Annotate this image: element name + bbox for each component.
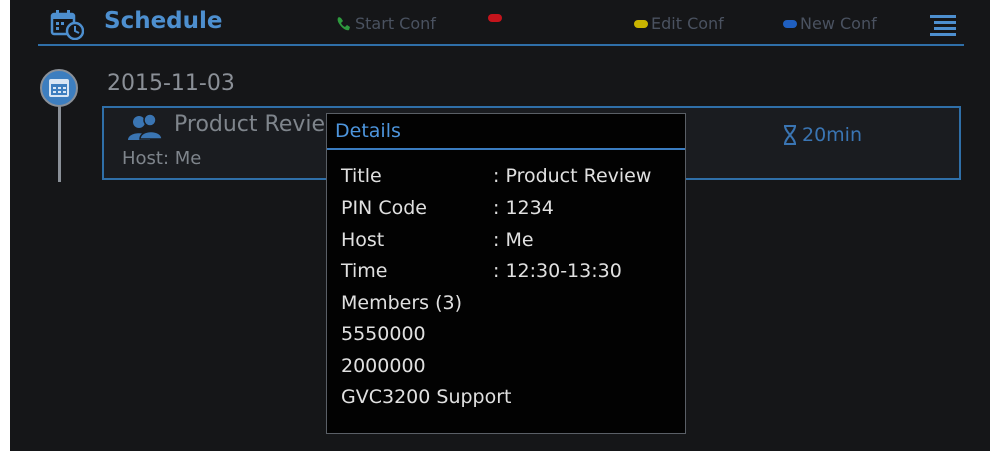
new-conf-button[interactable]: New Conf xyxy=(783,14,877,33)
meeting-host: Host: Me xyxy=(122,148,202,169)
field-value-title: : Product Review xyxy=(493,165,652,187)
red-key-indicator xyxy=(488,14,502,22)
start-conf-label: Start Conf xyxy=(355,14,436,33)
field-value-time: : 12:30-13:30 xyxy=(493,260,622,282)
blue-key-indicator xyxy=(783,19,797,28)
edit-conf-label: Edit Conf xyxy=(651,14,724,33)
members-heading: Members (3) xyxy=(341,292,463,314)
edit-conf-button[interactable]: Edit Conf xyxy=(634,14,724,33)
screen: Schedule Start Conf Edit Conf New Conf 2… xyxy=(10,0,990,451)
dialog-header: Details xyxy=(327,114,685,150)
header-bar: Schedule Start Conf Edit Conf New Conf xyxy=(10,0,990,46)
header-divider xyxy=(38,44,964,46)
meeting-title: Product Revie xyxy=(174,112,326,137)
hourglass-icon xyxy=(784,125,796,145)
field-label-host: Host xyxy=(341,229,385,251)
start-conf-button[interactable]: Start Conf xyxy=(336,14,436,33)
phone-icon xyxy=(337,16,350,30)
member-item: 5550000 xyxy=(341,323,426,345)
red-key-button[interactable] xyxy=(488,14,505,22)
field-label-time: Time xyxy=(341,260,388,282)
new-conf-label: New Conf xyxy=(800,14,877,33)
member-item: 2000000 xyxy=(341,355,426,377)
yellow-key-indicator xyxy=(634,19,648,28)
duration-label: 20min xyxy=(802,124,863,146)
app-title: Schedule xyxy=(104,8,223,34)
field-label-pin: PIN Code xyxy=(341,197,427,219)
meeting-duration: 20min xyxy=(782,124,862,146)
details-dialog: Details Title : Product Review PIN Code … xyxy=(326,113,686,434)
timeline-calendar-icon xyxy=(40,69,78,107)
schedule-date: 2015-11-03 xyxy=(107,71,235,96)
field-value-pin: : 1234 xyxy=(493,197,554,219)
people-icon xyxy=(128,113,163,140)
dialog-title: Details xyxy=(335,120,401,142)
field-value-host: : Me xyxy=(493,229,534,251)
menu-icon[interactable] xyxy=(928,13,958,37)
member-item: GVC3200 Support xyxy=(341,386,512,408)
timeline-line xyxy=(58,96,61,182)
calendar-clock-icon xyxy=(50,10,84,40)
field-label-title: Title xyxy=(341,165,382,187)
